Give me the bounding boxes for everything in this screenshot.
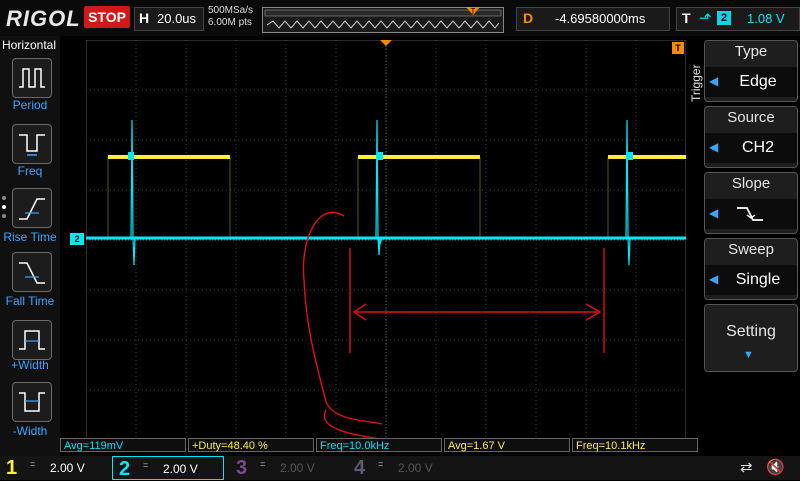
trigger-source-badge: 2 [717, 11, 731, 25]
annotation-curve [302, 211, 383, 425]
waveform-grid[interactable] [86, 40, 686, 440]
slope-title: Slope [731, 175, 771, 192]
source-title: Source [727, 109, 775, 126]
setting-title: Setting [726, 323, 776, 340]
type-title: Type [734, 43, 768, 60]
trigger-sweep-button[interactable]: Sweep ◀ Single [704, 238, 798, 300]
page-dots [2, 196, 7, 226]
fall-time-button[interactable] [12, 252, 52, 292]
positive-width-label: +Width [11, 358, 49, 372]
run-stop-indicator[interactable]: STOP [84, 6, 130, 28]
measurement-item[interactable]: +Duty=48.40 % [188, 438, 314, 452]
trigger-top-marker [380, 40, 392, 46]
channel-2-status[interactable]: 2 = 2.00 V [112, 456, 224, 480]
rise-time-label: Rise Time [3, 230, 57, 244]
svg-text:Trigger: Trigger [689, 64, 703, 102]
timebase-label: H [139, 10, 150, 26]
positive-width-button[interactable] [12, 320, 52, 360]
freq-label: Freq [17, 164, 43, 178]
annotation-circle [323, 409, 387, 440]
ch1-edges [107, 157, 609, 240]
measurement-bar: Avg=119mV +Duty=48.40 % Freq=10.0kHz Avg… [60, 438, 800, 454]
fall-time-icon [19, 262, 45, 284]
left-arrow-icon: ◀ [709, 272, 719, 286]
period-label: Period [12, 98, 48, 112]
horizontal-measure-menu: Horizontal Period Freq Rise Time Fall Ti… [0, 36, 60, 456]
delay-label: D [523, 10, 534, 26]
positive-width-icon [19, 330, 45, 350]
negative-width-button[interactable] [12, 382, 52, 422]
measurement-item[interactable]: Freq=10.1kHz [572, 438, 698, 452]
rising-edge-icon: ⬏ [699, 10, 712, 27]
trigger-top-right-marker: T [672, 42, 684, 54]
sample-rate: 500MSa/s [208, 5, 254, 16]
ch2-spike-3 [625, 119, 631, 266]
trigger-type-button[interactable]: Type ◀ Edge [704, 40, 798, 102]
ch2-ground-marker[interactable]: 2 [70, 233, 84, 245]
speaker-mute-icon[interactable]: 🔇 [766, 458, 785, 476]
type-value: Edge [739, 73, 777, 90]
negative-width-icon [19, 392, 45, 412]
frequency-icon [19, 134, 45, 156]
ch2-spike-1 [130, 119, 136, 266]
menu-title: Horizontal [2, 38, 57, 52]
channel-4-status[interactable]: 4 = 2.00 V [348, 456, 460, 480]
chevron-down-icon: ▼ [743, 349, 754, 361]
falling-edge-icon [737, 207, 763, 221]
timebase-value: 20.0us [157, 11, 197, 26]
source-value: CH2 [741, 139, 774, 156]
acquisition-info: 500MSa/s 6.00M pts [208, 5, 253, 29]
trigger-label: T [682, 10, 691, 26]
delay-box[interactable]: D -4.69580000ms [516, 7, 670, 31]
trigger-position-marker[interactable]: T [466, 7, 480, 21]
trigger-slope-button[interactable]: Slope ◀ [704, 172, 798, 234]
period-button[interactable] [12, 58, 52, 98]
fall-time-label: Fall Time [5, 294, 55, 308]
timebase-box[interactable]: H 20.0us [134, 7, 204, 31]
memory-depth: 6.00M pts [208, 17, 252, 28]
rise-time-button[interactable] [12, 188, 52, 228]
left-arrow-icon: ◀ [709, 74, 719, 88]
freq-button[interactable] [12, 124, 52, 164]
brand-logo: RIGOL [6, 6, 81, 31]
measurement-item[interactable]: Freq=10.0kHz [316, 438, 442, 452]
memory-overview-strip[interactable]: T [262, 7, 504, 33]
measurement-item[interactable]: Avg=119mV [60, 438, 186, 452]
delay-value: -4.69580000ms [555, 11, 646, 26]
trigger-source-button[interactable]: Source ◀ CH2 [704, 106, 798, 168]
negative-width-label: -Width [12, 424, 48, 438]
svg-text:T: T [471, 7, 476, 16]
sweep-value: Single [735, 271, 781, 288]
rise-time-icon [19, 198, 45, 220]
channel-1-status[interactable]: 1 = 2.00 V [0, 456, 112, 480]
trigger-status-box[interactable]: T ⬏ 2 1.08 V [676, 7, 800, 31]
sweep-title: Sweep [728, 241, 774, 258]
trigger-menu-title: Trigger [689, 64, 703, 102]
period-icon [19, 68, 45, 88]
left-arrow-icon: ◀ [709, 140, 719, 154]
trigger-level-value: 1.08 V [747, 11, 785, 26]
usb-icon: ⇄ [740, 459, 753, 476]
red-annotation [302, 211, 605, 440]
channel-bar: 1 = 2.00 V 2 = 2.00 V 3 = 2.00 V 4 = 2.0… [0, 456, 800, 480]
left-arrow-icon: ◀ [709, 206, 719, 220]
trigger-setting-button[interactable]: Setting ▼ [704, 304, 798, 372]
channel-3-status[interactable]: 3 = 2.00 V [230, 456, 342, 480]
measurement-item[interactable]: Avg=1.67 V [444, 438, 570, 452]
